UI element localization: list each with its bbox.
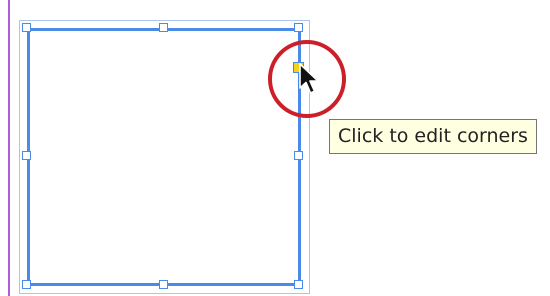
handle-top-right[interactable] [294, 23, 303, 32]
handle-middle-right[interactable] [294, 151, 303, 160]
handle-bottom-left[interactable] [22, 280, 31, 289]
handle-top-left[interactable] [22, 23, 31, 32]
handle-middle-left[interactable] [22, 151, 31, 160]
selected-frame[interactable] [27, 28, 301, 286]
page-edge-guide [8, 0, 10, 296]
handle-bottom-right[interactable] [294, 280, 303, 289]
handle-top-middle[interactable] [159, 23, 168, 32]
arrow-cursor-icon [299, 63, 319, 94]
tooltip: Click to edit corners [329, 119, 537, 154]
handle-bottom-middle[interactable] [159, 280, 168, 289]
tooltip-text: Click to edit corners [338, 125, 528, 147]
design-canvas[interactable]: Click to edit corners [0, 0, 550, 296]
